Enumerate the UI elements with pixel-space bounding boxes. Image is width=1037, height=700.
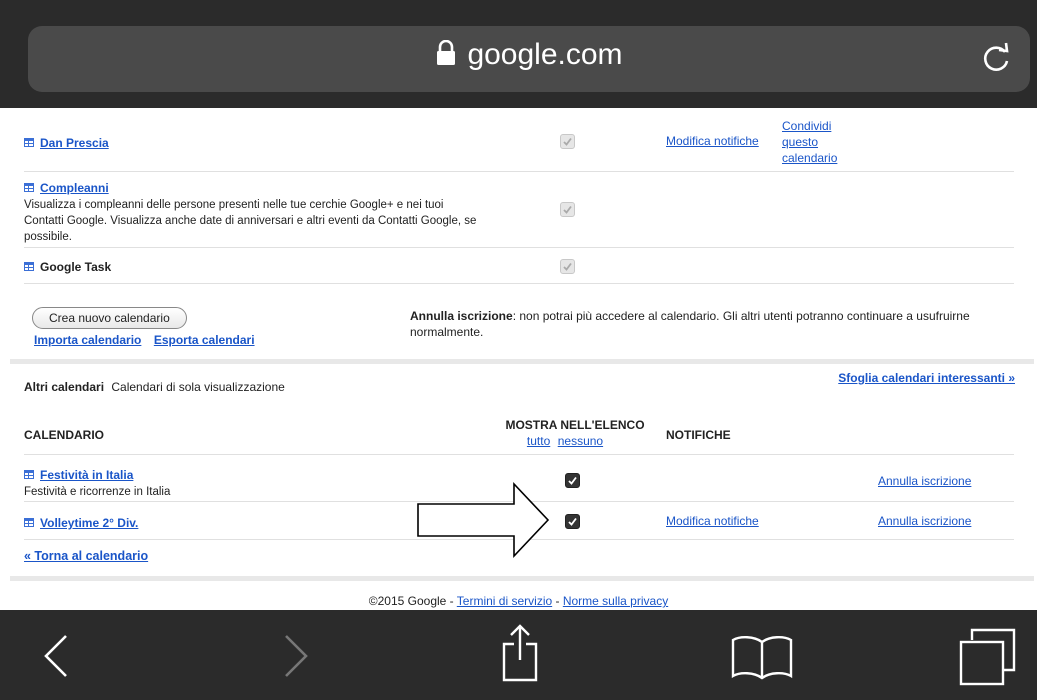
other-calendars-title: Altri calendari: [24, 380, 105, 394]
calendar-row-compleanni: Compleanni Visualizza i compleanni delle…: [24, 172, 1014, 248]
url-display: google.com: [28, 38, 1030, 72]
lock-icon: [437, 40, 456, 65]
footer-divider: [10, 576, 1034, 581]
footer-separator: -: [552, 594, 563, 608]
calendar-description: Visualizza i compleanni delle persone pr…: [24, 199, 477, 243]
create-calendar-button[interactable]: Crea nuovo calendario: [32, 307, 187, 329]
show-in-list-checkbox[interactable]: [560, 134, 575, 149]
browser-toolbar: [0, 610, 1037, 700]
browse-calendars-link[interactable]: Sfoglia calendari interessanti »: [838, 371, 1015, 385]
import-calendar-link[interactable]: Importa calendario: [34, 333, 141, 347]
calendar-icon: [24, 470, 34, 479]
calendar-link[interactable]: Compleanni: [40, 181, 109, 195]
tabs-icon[interactable]: [958, 628, 1016, 686]
arrow-annotation: [417, 482, 550, 558]
show-in-list-checkbox[interactable]: [565, 514, 580, 529]
show-in-list-checkbox[interactable]: [565, 473, 580, 488]
unsubscribe-link[interactable]: Annulla iscrizione: [878, 474, 971, 488]
unsubscribe-label: Annulla iscrizione: [410, 309, 513, 323]
share-link-line[interactable]: Condividi: [782, 119, 831, 133]
copyright-text: ©2015 Google -: [368, 594, 457, 608]
calendar-icon: [24, 262, 34, 271]
back-to-calendar-link[interactable]: « Torna al calendario: [24, 549, 148, 563]
edit-notifications-link[interactable]: Modifica notifiche: [666, 134, 759, 148]
share-link-line[interactable]: questo: [782, 135, 818, 149]
calendar-settings-content: Dan Prescia Modifica notifiche Condividi…: [0, 108, 1037, 594]
calendar-icon: [24, 138, 34, 147]
url-text: google.com: [467, 38, 623, 71]
export-calendars-link[interactable]: Esporta calendari: [154, 333, 255, 347]
unsubscribe-note: Annulla iscrizione: non potrai più acced…: [410, 308, 1020, 340]
calendar-link[interactable]: Volleytime 2° Div.: [40, 516, 138, 530]
book-icon[interactable]: [730, 634, 794, 680]
calendar-icon: [24, 183, 34, 192]
select-all-link[interactable]: tutto: [527, 434, 550, 448]
terms-link[interactable]: Termini di servizio: [457, 594, 552, 608]
privacy-link[interactable]: Norme sulla privacy: [563, 594, 668, 608]
unsubscribe-link[interactable]: Annulla iscrizione: [878, 514, 971, 528]
calendar-link[interactable]: Dan Prescia: [40, 136, 109, 150]
calendar-row-dan-prescia: Dan Prescia Modifica notifiche Condividi…: [24, 108, 1014, 172]
calendar-link[interactable]: Festività in Italia: [40, 468, 133, 482]
edit-notifications-link[interactable]: Modifica notifiche: [666, 514, 759, 528]
calendar-name: Google Task: [40, 260, 112, 274]
column-header-show: MOSTRA NELL'ELENCO tutto nessuno: [498, 418, 652, 449]
show-in-list-label: MOSTRA NELL'ELENCO: [505, 418, 645, 432]
chevron-right-icon[interactable]: [282, 634, 310, 678]
share-calendar-link[interactable]: Condividi questo calendario: [782, 118, 837, 166]
reload-icon[interactable]: [978, 40, 1014, 76]
show-in-list-checkbox[interactable]: [560, 259, 575, 274]
column-header-notifications: NOTIFICHE: [666, 428, 731, 442]
share-link-line[interactable]: calendario: [782, 151, 837, 165]
select-none-link[interactable]: nessuno: [558, 434, 603, 448]
column-header-calendar: CALENDARIO: [24, 428, 104, 442]
chevron-left-icon[interactable]: [42, 634, 70, 678]
header-divider: [24, 454, 1014, 455]
calendar-row-google-task: Google Task: [24, 248, 1014, 284]
browser-top-bar: google.com: [0, 0, 1037, 108]
share-icon[interactable]: [500, 624, 540, 682]
calendar-description: Festività e ricorrenze in Italia: [24, 486, 171, 498]
other-calendars-heading: Altri calendari Calendari di sola visual…: [24, 380, 285, 394]
other-calendars-subtitle: Calendari di sola visualizzazione: [111, 380, 285, 394]
calendar-icon: [24, 518, 34, 527]
section-divider: [10, 359, 1034, 364]
show-in-list-checkbox[interactable]: [560, 202, 575, 217]
address-bar[interactable]: google.com: [28, 26, 1030, 92]
